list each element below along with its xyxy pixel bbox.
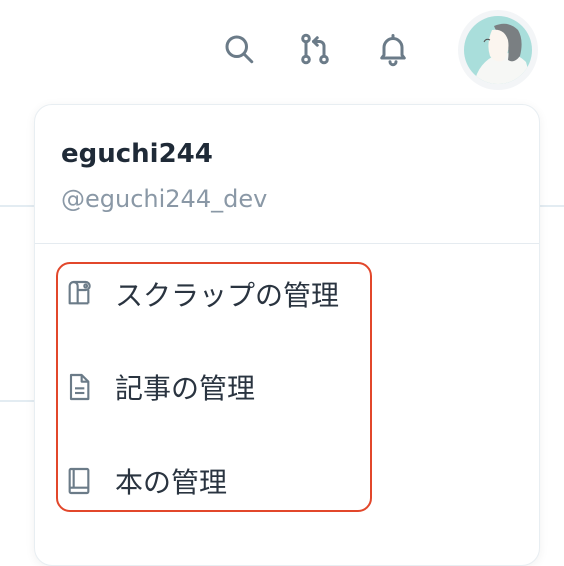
- username: eguchi244: [61, 139, 213, 169]
- pull-requests-button[interactable]: [294, 28, 336, 70]
- menu-item-label: 本の管理: [115, 466, 228, 499]
- background-divider: [538, 205, 564, 207]
- menu-divider: [35, 243, 539, 244]
- menu-item-label: スクラップの管理: [115, 279, 340, 312]
- bell-icon: [380, 34, 406, 67]
- user-handle: @eguchi244_dev: [61, 185, 268, 213]
- pull-request-icon: [301, 33, 329, 65]
- menu-item-articles[interactable]: 記事の管理: [61, 357, 461, 417]
- book-icon: [61, 463, 97, 499]
- article-icon: [61, 369, 97, 405]
- background-divider: [0, 205, 34, 207]
- background-divider: [0, 400, 34, 402]
- menu-item-label: 記事の管理: [115, 372, 256, 405]
- user-dropdown-menu: eguchi244 @eguchi244_dev スクラップの管理 記事の管理: [34, 104, 540, 566]
- avatar-button[interactable]: [458, 10, 538, 90]
- menu-item-books[interactable]: 本の管理: [61, 451, 461, 511]
- search-icon: [225, 35, 254, 64]
- scrap-icon: [61, 276, 97, 312]
- user-avatar-icon: [464, 16, 532, 84]
- search-button[interactable]: [218, 28, 260, 70]
- avatar: [464, 16, 532, 84]
- menu-item-scraps[interactable]: スクラップの管理: [61, 264, 461, 324]
- notifications-button[interactable]: [372, 28, 414, 70]
